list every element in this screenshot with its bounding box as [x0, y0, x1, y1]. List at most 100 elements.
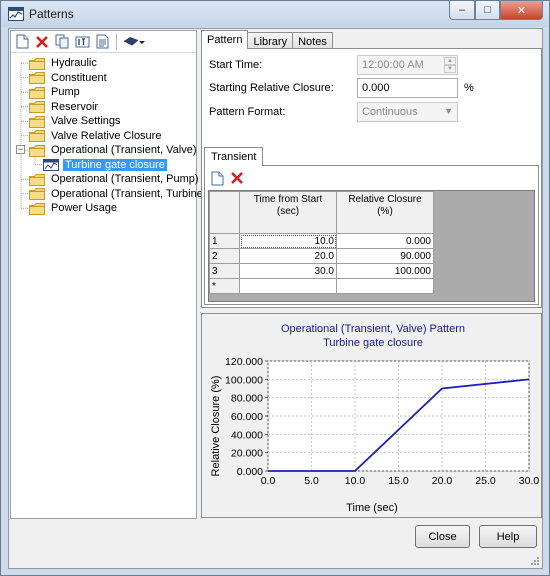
folder-icon [29, 173, 45, 186]
tree-item[interactable]: Hydraulic [11, 56, 196, 71]
tree-item[interactable]: Valve Relative Closure [11, 129, 196, 144]
pattern-format-select: Continuous ▼ [357, 102, 458, 122]
start-time-field: 12:00:00 AM ▲ ▼ [357, 55, 458, 75]
chevron-down-icon: ▼ [444, 106, 453, 116]
pattern-chart-svg: Operational (Transient, Valve) Pattern T… [210, 323, 540, 514]
close-button[interactable]: Close [415, 525, 470, 548]
pattern-tab-body: Start Time: 12:00:00 AM ▲ ▼ Starting Rel… [201, 48, 542, 308]
time-cell[interactable]: 30.0 [239, 263, 337, 279]
collapse-icon[interactable]: − [16, 145, 25, 154]
chart-ylabel: Relative Closure (%) [210, 376, 222, 477]
tab-pattern[interactable]: Pattern [201, 30, 249, 49]
starting-closure-unit: % [464, 82, 474, 94]
tree-item[interactable]: Valve Settings [11, 114, 196, 129]
row-header[interactable]: 1 [209, 233, 240, 249]
time-cell[interactable]: 20.0 [239, 248, 337, 264]
closure-header-text: Relative Closure (%) [348, 194, 422, 217]
transient-grid: Time from Start (sec) Relative Closure (… [208, 190, 535, 302]
pattern-format-label: Pattern Format: [209, 106, 286, 118]
x-tick-label: 5.0 [304, 475, 319, 487]
table-row: 3 30.0 100.000 [209, 263, 434, 279]
tree-item-label: Valve Settings [51, 115, 121, 128]
start-time-spinner: ▲ ▼ [444, 57, 456, 73]
help-button[interactable]: Help [479, 525, 537, 548]
folder-icon [29, 101, 45, 114]
table-row: 2 20.0 90.000 [209, 248, 434, 264]
add-row-icon[interactable] [209, 170, 225, 186]
patterns-window: Patterns – □ ✕ Hydraulic Constituent Pum… [0, 0, 550, 576]
tree-item[interactable]: − Operational (Transient, Valve) [11, 143, 197, 158]
row-header[interactable]: 2 [209, 248, 240, 264]
patterns-app-icon [8, 7, 24, 21]
spin-down-icon: ▼ [444, 65, 456, 73]
x-tick-label: 30.0 [519, 475, 540, 487]
tree-item[interactable]: Operational (Transient, Turbine) [11, 187, 207, 202]
y-tick-label: 120.000 [225, 356, 263, 368]
folder-icon [29, 202, 45, 215]
report-icon[interactable] [94, 34, 110, 50]
rename-icon[interactable] [74, 34, 90, 50]
tree-item[interactable]: Reservoir [11, 100, 196, 115]
tree-item-label: Operational (Transient, Turbine) [51, 187, 207, 200]
starting-closure-input[interactable]: 0.000 [357, 78, 458, 98]
grid-corner [209, 191, 240, 234]
folder-icon [29, 130, 45, 143]
tree-item-label: Reservoir [51, 100, 99, 113]
row-header[interactable]: 3 [209, 263, 240, 279]
folder-icon [29, 115, 45, 128]
time-cell[interactable]: 10.0 [239, 233, 337, 249]
tree-item-label: Turbine gate closure [63, 158, 167, 171]
start-time-value: 12:00:00 AM [362, 59, 424, 71]
time-cell[interactable] [239, 278, 337, 294]
closure-column-header[interactable]: Relative Closure (%) [336, 191, 434, 234]
closure-cell[interactable] [336, 278, 434, 294]
tree-item-label: Valve Relative Closure [51, 129, 162, 142]
detail-tabs: Pattern Library Notes [201, 30, 333, 50]
x-tick-label: 20.0 [432, 475, 453, 487]
tree-item[interactable]: Pump [11, 85, 196, 100]
tree-item[interactable]: Constituent [11, 71, 196, 86]
starting-closure-label: Starting Relative Closure: [209, 82, 334, 94]
tree-item-label: Pump [51, 86, 80, 99]
time-header-text: Time from Start (sec) [253, 194, 323, 217]
book-icon[interactable] [123, 34, 145, 50]
folder-icon [29, 72, 45, 85]
tree-item-label: Power Usage [51, 202, 118, 215]
new-icon[interactable] [14, 34, 30, 50]
dialog-client-area: Hydraulic Constituent Pump Reservoir Valve S… [8, 28, 543, 569]
minimize-button[interactable]: – [449, 1, 475, 20]
y-tick-label: 60.000 [231, 411, 263, 423]
delete-icon[interactable] [34, 34, 50, 50]
tree-item-label: Hydraulic [51, 57, 97, 70]
start-time-label: Start Time: [209, 59, 263, 71]
resize-grip-icon[interactable] [530, 556, 540, 566]
closure-cell[interactable]: 100.000 [336, 263, 434, 279]
delete-row-icon[interactable] [229, 170, 245, 186]
tree-item-label: Constituent [51, 71, 107, 84]
chart-subtitle: Turbine gate closure [323, 337, 423, 349]
closure-cell[interactable]: 0.000 [336, 233, 434, 249]
tree-toolbar [11, 31, 196, 53]
tree-item[interactable]: Power Usage [11, 201, 196, 216]
chart-xlabel: Time (sec) [346, 502, 398, 514]
pattern-tree-panel: Hydraulic Constituent Pump Reservoir Valve S… [10, 30, 207, 519]
folder-icon [29, 188, 45, 201]
table-row: 1 10.0 0.000 [209, 233, 434, 249]
tree-item[interactable]: Turbine gate closure [11, 158, 196, 173]
tree-item-label: Operational (Transient, Pump) [51, 173, 199, 186]
tab-transient[interactable]: Transient [204, 147, 264, 166]
pattern-tree: Hydraulic Constituent Pump Reservoir Valve S… [11, 53, 207, 216]
tree-item-label: Operational (Transient, Valve) [51, 144, 197, 157]
y-tick-label: 0.000 [237, 466, 263, 478]
chart-title: Operational (Transient, Valve) Pattern [281, 323, 465, 335]
closure-cell[interactable]: 90.000 [336, 248, 434, 264]
maximize-button[interactable]: □ [475, 1, 500, 20]
new-row-header[interactable]: * [209, 278, 240, 294]
title-bar[interactable]: Patterns – □ ✕ [1, 1, 549, 27]
copy-icon[interactable] [54, 34, 70, 50]
window-title: Patterns [29, 7, 74, 21]
time-column-header[interactable]: Time from Start (sec) [239, 191, 337, 234]
close-window-button[interactable]: ✕ [500, 1, 543, 20]
tree-item[interactable]: Operational (Transient, Pump) [11, 172, 199, 187]
pattern-icon [43, 159, 59, 172]
